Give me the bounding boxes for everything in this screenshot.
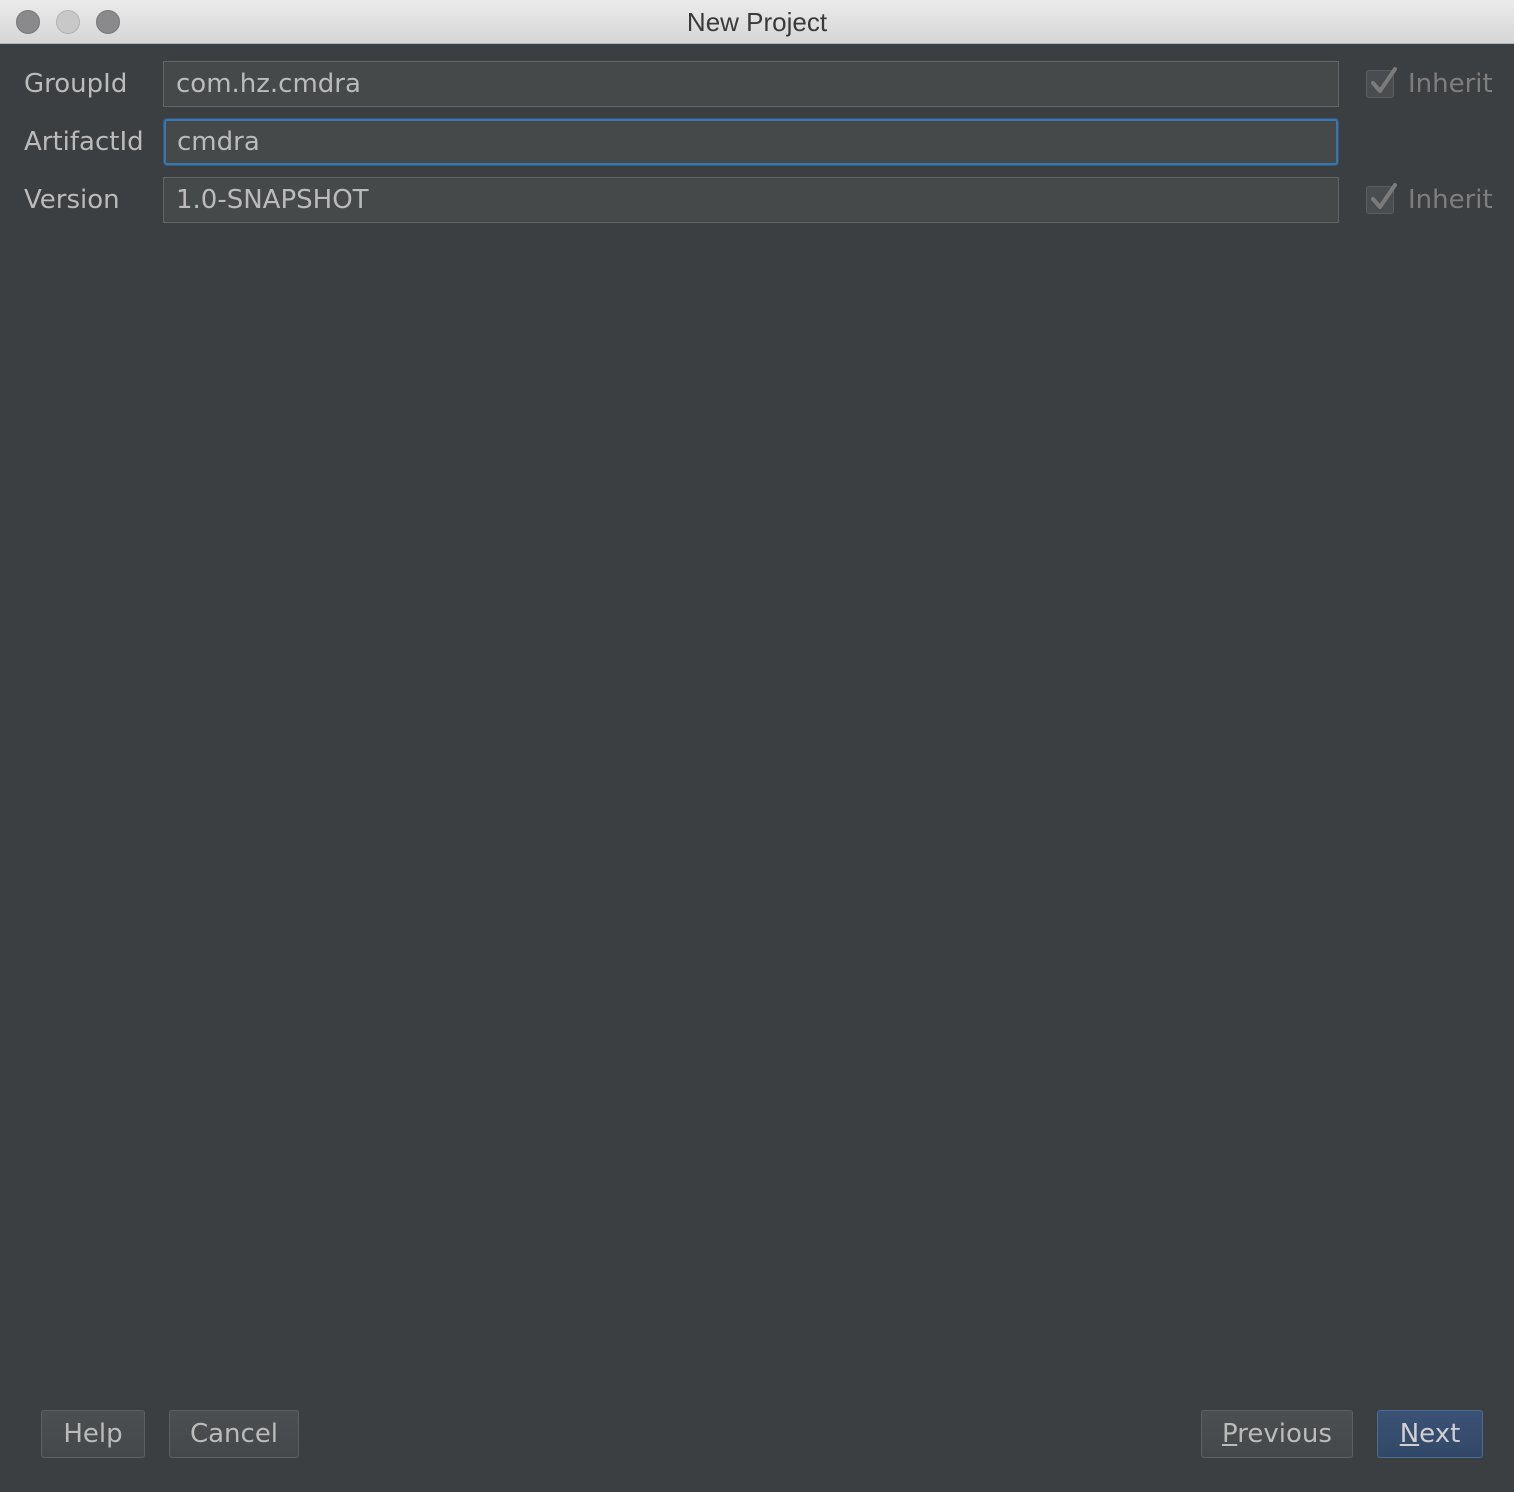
artifact-id-input[interactable] (164, 119, 1338, 165)
new-project-dialog: New Project GroupId Inherit ArtifactId V… (0, 0, 1514, 1492)
next-button[interactable]: Next (1377, 1410, 1483, 1458)
group-id-label: GroupId (24, 69, 128, 99)
previous-mnemonic: P (1222, 1419, 1238, 1449)
window-title: New Project (686, 7, 828, 37)
previous-button[interactable]: Previous (1201, 1410, 1353, 1458)
next-label-rest: ext (1419, 1419, 1461, 1449)
version-inherit-checkbox[interactable] (1366, 183, 1397, 214)
checkmark-icon (1371, 67, 1397, 93)
group-id-inherit-label: Inherit (1408, 69, 1493, 99)
version-input[interactable] (163, 177, 1339, 223)
group-id-inherit[interactable]: Inherit (1366, 61, 1493, 107)
help-button[interactable]: Help (41, 1410, 145, 1458)
artifact-id-label: ArtifactId (24, 127, 144, 157)
previous-label-rest: revious (1237, 1419, 1332, 1449)
checkmark-icon (1371, 183, 1397, 209)
cancel-button[interactable]: Cancel (169, 1410, 299, 1458)
version-inherit[interactable]: Inherit (1366, 177, 1493, 223)
title-bar[interactable]: New Project (0, 0, 1514, 44)
group-id-input[interactable] (163, 61, 1339, 107)
group-id-inherit-checkbox[interactable] (1366, 67, 1397, 98)
version-inherit-label: Inherit (1408, 185, 1493, 215)
version-label: Version (24, 185, 120, 215)
next-mnemonic: N (1399, 1419, 1420, 1449)
